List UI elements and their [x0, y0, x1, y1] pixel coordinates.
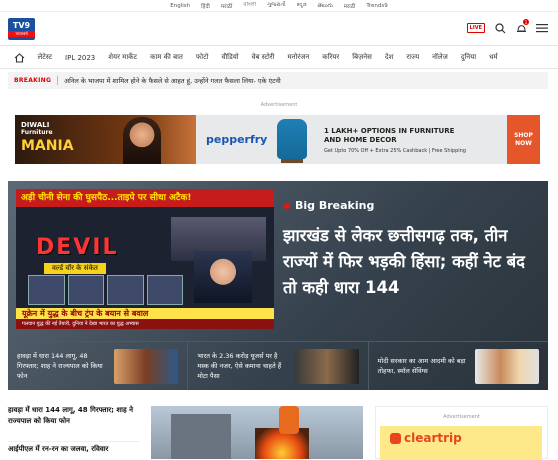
hero-card-text: मोदी सरकार का आम आदमी को बड़ा तोहफा, स्म… [377, 357, 466, 375]
nav-item-state[interactable]: राज्य [400, 53, 426, 62]
big-breaking-text: Big Breaking [295, 199, 375, 212]
lang-trends9[interactable]: Trends9 [366, 3, 387, 9]
nav-item-web-story[interactable]: वेब स्टोरी [245, 53, 281, 62]
tv-ticker: यूक्रेन में युद्ध के बीच ट्रंप के बयान स… [16, 308, 274, 319]
tv-anchor-image [194, 251, 252, 303]
header-icons: LIVE 1 [466, 19, 548, 34]
figure-image [279, 406, 299, 434]
ad-diwali-line2: Furniture [21, 129, 53, 136]
nav-item-kaam-ki-baat[interactable]: काम की बात [144, 53, 190, 62]
building-image [171, 414, 231, 459]
story-list: हावड़ा में धारा 144 लागू, 48 गिरफ्तार; श… [8, 405, 140, 455]
nav-item-latest[interactable]: लेटेस्ट [31, 53, 59, 62]
live-dot-icon [284, 202, 290, 209]
lang-hindi[interactable]: हिंदी [201, 2, 210, 10]
hero-card-text: हावड़ा में धारा 144 लागू, 48 गिरफ्तार; श… [17, 352, 103, 380]
ad-model-image [123, 117, 161, 164]
nav-item-share-market[interactable]: शेयर मार्केट [102, 53, 144, 62]
ad-diwali-line3: MANIA [21, 138, 74, 154]
lang-english[interactable]: English [170, 3, 190, 9]
nav-item-entertainment[interactable]: मनोरंजन [281, 53, 316, 62]
nav-item-world[interactable]: दुनिया [454, 53, 482, 62]
lang-bangla[interactable]: বাংলা [243, 2, 256, 10]
nav-item-country[interactable]: देश [378, 53, 399, 62]
breaking-headline[interactable]: अनिल के भाजपा में शामिल होने के फैसले से… [64, 76, 281, 85]
site-header: TV9 भारतवर्ष LIVE 1 [0, 12, 558, 46]
notification-badge: 1 [523, 19, 529, 25]
tv-bottom-strip: गलवान युद्ध की नई तैयारी, दुनिया ने देखा… [16, 319, 274, 329]
lang-marathi-2[interactable]: मराठी [344, 2, 356, 10]
search-icon[interactable] [494, 22, 506, 34]
logo-text: TV9 [12, 20, 31, 30]
hero-image[interactable]: अड़ी चीनी सेना की घुसपैठ...ताइपे पर सीधा… [16, 189, 274, 329]
ad-label: Advertisement [260, 102, 298, 108]
nav-item-ipl[interactable]: IPL 2023 [59, 54, 102, 62]
home-icon[interactable] [14, 48, 25, 67]
cleartrip-brand: cleartrip [404, 431, 462, 445]
breaking-label: BREAKING [14, 77, 52, 84]
ad-brand: pepperfry [206, 133, 268, 146]
ad-diwali-line1: DIWALI [21, 121, 50, 129]
hero-cards: हावड़ा में धारा 144 लागू, 48 गिरफ्तार; श… [8, 341, 548, 390]
nav-item-video[interactable]: वीडियो [215, 53, 245, 62]
hero-card[interactable]: हावड़ा में धारा 144 लागू, 48 गिरफ्तार; श… [8, 342, 189, 390]
story-headline[interactable]: आईपीएल में रन-रन का जलवा, रविवार [8, 441, 140, 455]
lang-kannada[interactable]: ಕನ್ನಡ [297, 2, 307, 9]
ad-offer-line1: 1 LAKH+ OPTIONS IN FURNITURE [324, 127, 455, 135]
story-headline[interactable]: हावड़ा में धारा 144 लागू, 48 गिरफ्तार; श… [8, 405, 140, 427]
live-button[interactable]: LIVE [466, 23, 485, 33]
nav-item-business[interactable]: बिज़नेस [346, 53, 379, 62]
cleartrip-ad[interactable]: cleartrip [380, 426, 542, 460]
lang-gujarati[interactable]: ગુજરાતી [267, 2, 286, 9]
hero-card-text: भारत के 2.36 करोड़ यूजर्स पर है मस्क की … [197, 352, 282, 380]
hero-card-thumbnail [474, 348, 539, 384]
tv-tag: वर्ल्ड वॉर के संकेत [44, 263, 106, 274]
lang-telugu[interactable]: తెలుగు [318, 2, 333, 10]
breaking-divider [57, 76, 59, 85]
tv-panel [67, 275, 104, 305]
story-image[interactable] [151, 406, 363, 459]
hero-card-thumbnail [114, 348, 179, 384]
site-logo[interactable]: TV9 भारतवर्ष [8, 18, 35, 40]
hero-card[interactable]: मोदी सरकार का आम आदमी को बड़ा तोहफा, स्म… [369, 342, 548, 390]
big-breaking-label: Big Breaking [284, 199, 374, 212]
ad-diwali-panel: DIWALI Furniture MANIA [15, 115, 196, 164]
hero-card[interactable]: भारत के 2.36 करोड़ यूजर्स पर है मस्क की … [188, 342, 369, 390]
bell-icon[interactable]: 1 [515, 19, 529, 34]
hero-section: अड़ी चीनी सेना की घुसपैठ...ताइपे पर सीधा… [8, 181, 548, 390]
lang-marathi[interactable]: मराठी [221, 2, 233, 10]
chair-image [277, 119, 307, 163]
logo-subtext: भारतवर्ष [8, 30, 35, 37]
tv-panel [146, 275, 183, 305]
ad-offer-line2: AND HOME DECOR [324, 136, 397, 144]
hero-headline[interactable]: झारखंड से लेकर छत्तीसगढ़ तक, तीन राज्यों… [283, 223, 539, 301]
language-bar: English हिंदी मराठी বাংলা ગુજરાતી ಕನ್ನಡ … [0, 0, 558, 12]
tv-title: DEVIL [36, 235, 119, 260]
hero-card-thumbnail [294, 348, 359, 384]
nav-item-knowledge[interactable]: नॉलेज [426, 53, 455, 62]
sidebar-ad: Advertisement cleartrip [375, 406, 548, 460]
tv-top-strip: अड़ी चीनी सेना की घुसपैठ...ताइपे पर सीधा… [16, 189, 274, 207]
menu-icon[interactable] [536, 22, 548, 34]
ad-offer-small: Get Upto 70% Off + Extra 25% Cashback | … [324, 148, 466, 154]
tv-panels [28, 275, 183, 305]
tv-panel [107, 275, 144, 305]
nav-item-religion[interactable]: धर्म [483, 53, 505, 62]
ad-offer: 1 LAKH+ OPTIONS IN FURNITURE AND HOME DE… [324, 127, 454, 145]
main-nav: लेटेस्ट IPL 2023 शेयर मार्केट काम की बात… [0, 47, 558, 69]
nav-item-photo[interactable]: फोटो [189, 53, 215, 62]
cleartrip-logo-icon [390, 433, 401, 444]
breaking-news-bar: BREAKING अनिल के भाजपा में शामिल होने के… [8, 72, 548, 89]
ad-banner[interactable]: DIWALI Furniture MANIA pepperfry 1 LAKH+… [15, 115, 540, 164]
tv-panel [28, 275, 65, 305]
sidebar-ad-label: Advertisement [443, 414, 480, 420]
ad-shop-now-button[interactable]: SHOP NOW [507, 115, 540, 164]
ad-pepperfry-panel: pepperfry 1 LAKH+ OPTIONS IN FURNITURE A… [196, 115, 540, 164]
nav-item-career[interactable]: करियर [316, 53, 346, 62]
